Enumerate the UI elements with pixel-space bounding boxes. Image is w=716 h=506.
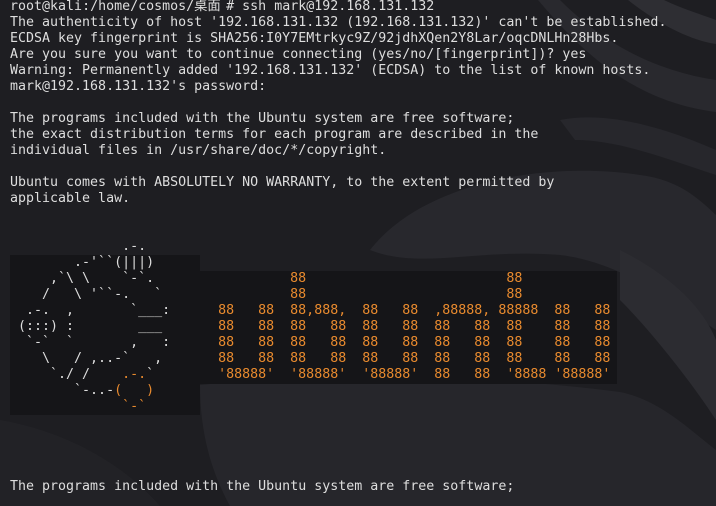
ubuntu-wordmark-row: 88 88 88 88 88 88 88 88 88 88 88 bbox=[218, 319, 611, 334]
ubuntu-wordmark-row: '88888' '88888' '88888' 88 88 '8888 '888… bbox=[218, 367, 611, 382]
ubuntu-logo-ascii-row: `-` bbox=[10, 399, 716, 415]
motd-license-line: The programs included with the Ubuntu sy… bbox=[10, 111, 515, 126]
ubuntu-wordmark-row: 88 88 88 88 88 88 88 88 88 88 88 bbox=[218, 351, 611, 366]
ubuntu-logo-ascii-row: .-. bbox=[10, 239, 147, 254]
command-line: root@kali:/home/cosmos/桌面 # ssh mark@192.1… bbox=[10, 0, 716, 15]
terminal-output: root@kali:/home/cosmos/桌面 # ssh mark@192.1… bbox=[10, 0, 716, 495]
logo-head-segment: .-. bbox=[122, 367, 147, 382]
ssh-continue-prompt: Are you sure you want to continue connec… bbox=[10, 47, 587, 62]
ubuntu-logo-ascii-row: `-..-( ) bbox=[10, 383, 716, 399]
logo-head-segment: ( ) bbox=[114, 383, 155, 398]
ubuntu-wordmark-row: 88 88 bbox=[218, 287, 523, 302]
ubuntu-wordmark-row: 88 88 bbox=[218, 271, 523, 286]
motd-warranty-line: applicable law. bbox=[10, 191, 131, 206]
ssh-password-prompt: mark@192.168.131.132's password: bbox=[10, 79, 275, 94]
ubuntu-wordmark-ascii: 88 88 88 88 88 88 88,888, 88 88 ,88888, … bbox=[218, 271, 610, 383]
prompt-symbol: # bbox=[226, 0, 235, 14]
logo-head-segment: `-` bbox=[122, 399, 147, 414]
prompt-path: :/home/cosmos/ bbox=[82, 0, 195, 14]
logo-art-segment: ` bbox=[146, 367, 155, 382]
logo-art-segment: `-..- bbox=[10, 383, 115, 398]
ubuntu-logo-ascii-row: .-'``(|||) bbox=[10, 255, 155, 270]
ssh-known-hosts-warning: Warning: Permanently added '192.168.131.… bbox=[10, 63, 651, 78]
motd-license-line: The programs included with the Ubuntu sy… bbox=[10, 479, 515, 494]
motd-warranty-line: Ubuntu comes with ABSOLUTELY NO WARRANTY… bbox=[10, 175, 555, 190]
ubuntu-wordmark-row: 88 88 88,888, 88 88 ,88888, 88888 88 88 bbox=[218, 303, 611, 318]
prompt-user-host: root@kali bbox=[10, 0, 83, 14]
prompt-path-folder: 桌面 bbox=[194, 0, 221, 14]
ssh-key-fingerprint: ECDSA key fingerprint is SHA256:I0Y7EMtr… bbox=[10, 31, 619, 46]
ubuntu-wordmark-row: 88 88 88 88 88 88 88 88 88 88 88 bbox=[218, 335, 611, 350]
ssh-host-authenticity-warning: The authenticity of host '192.168.131.13… bbox=[10, 15, 667, 30]
motd-license-line: individual files in /usr/share/doc/*/cop… bbox=[10, 143, 387, 158]
logo-art-segment: `./ / bbox=[10, 367, 123, 382]
motd-license-line: the exact distribution terms for each pr… bbox=[10, 127, 539, 142]
ssh-command: ssh mark@192.168.131.132 bbox=[242, 0, 435, 14]
terminal-window[interactable]: root@kali:/home/cosmos/桌面 # ssh mark@192.1… bbox=[0, 0, 716, 506]
logo-art-segment bbox=[10, 399, 122, 414]
